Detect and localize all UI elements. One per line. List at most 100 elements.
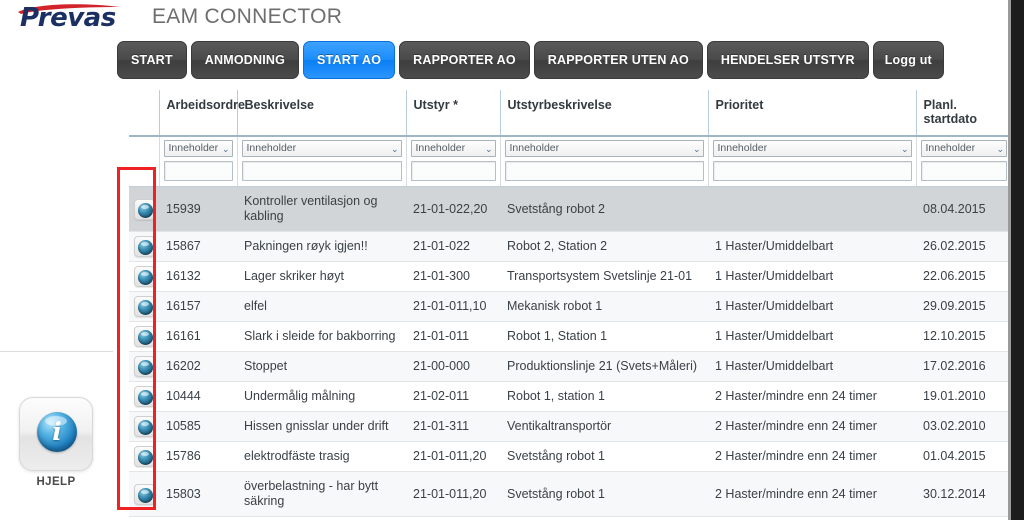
table-row[interactable]: 15803 överbelastning - har bytt säkring 21… [129,471,1011,517]
table-row[interactable]: 16157 elfel 21-01-011,10 Mekanisk robot 11 … [129,291,1011,322]
table-row[interactable]: 16132 Lager skriker høyt 21-01-300 Transpor… [129,261,1011,292]
chevron-down-icon[interactable]: ⌄ [996,142,1004,156]
filter-operator-arbeidsordre[interactable]: Inneholder ⌄ [163,140,233,157]
column-header-beskrivelse[interactable]: Beskrivelse [237,90,407,137]
cell-prioritet: 1 Haster/Umiddelbart [708,291,916,322]
cell-prioritet: 2 Haster/mindre enn 24 timer [708,381,916,412]
globe-glyph [137,270,153,285]
table-row[interactable]: 15939 Kontroller ventilasjon og kabling 21… [129,186,1011,232]
view-details-icon[interactable] [133,236,155,257]
cell-utstyr: 21-01-011,20 [406,471,500,517]
nav-button-hendelser-utstyr[interactable]: HENDELSER UTSTYR [706,41,869,79]
cell-beskrivelse: Hissen gnisslar under drift [237,411,406,442]
filter-cell-prioritet: Inneholder ⌄ [708,136,917,187]
cell-utstyrbeskrivelse: Produktionslinje 21 (Svets+Måleri) [500,351,708,382]
cell-arbeidsordre: 15801 [159,516,237,520]
column-header-utstyr[interactable]: Utstyr * [406,90,501,137]
chevron-down-icon[interactable]: ⌄ [693,142,701,156]
table-row[interactable]: 15801Svetstrådmatningen går trögt21-01-0… [129,516,1011,520]
cell-utstyr: 21-01-022 [406,231,500,262]
table-row[interactable]: 16161 Slark i sleide for bakborring 21-01-… [129,321,1011,352]
sidebar-divider [0,351,113,352]
cell-beskrivelse: Undermålig målning [237,381,406,412]
app-screen: Prevas EAM CONNECTOR START ANMODNING START… [0,0,1024,520]
column-header-prioritet[interactable]: Prioritet [708,90,917,137]
grid-header-row: Arbeidsordre Beskrivelse Utstyr * Utstyrbes… [129,90,1011,137]
cell-startdato: 30.12.2014 [916,471,1011,517]
main-navigation: START ANMODNING START AO RAPPORTER AO RAPPOR… [117,41,944,79]
filter-operator-prioritet[interactable]: Inneholder ⌄ [712,140,912,157]
nav-button-start-ao[interactable]: START AO [303,41,396,79]
cell-startdato: 19.01.2010 [916,381,1011,412]
row-action-cell [129,261,159,292]
view-details-icon[interactable] [133,356,155,377]
row-action-cell [129,291,159,322]
view-details-icon[interactable] [133,266,155,287]
grid-body: 15939 Kontroller ventilasjon og kabling 21… [129,186,1011,520]
cell-utstyrbeskrivelse: Ventikaltransportör [500,411,708,442]
filter-operator-utstyr[interactable]: Inneholder ⌄ [410,140,496,157]
filter-input-prioritet[interactable] [712,161,912,181]
cell-prioritet: 1 Haster/Umiddelbart [708,321,916,352]
chevron-down-icon[interactable]: ⌄ [222,142,230,156]
nav-button-rapporter-ao[interactable]: RAPPORTER AO [399,41,530,79]
row-action-cell [129,516,159,520]
cell-beskrivelse: Lager skriker høyt [237,261,406,292]
filter-cell-arbeidsordre: Inneholder ⌄ [159,136,238,187]
row-action-cell [129,441,159,472]
cell-arbeidsordre: 16161 [159,321,237,352]
nav-button-anmodning[interactable]: ANMODNING [190,41,300,79]
nav-button-rapporter-uten-ao[interactable]: RAPPORTER UTEN AO [533,41,703,79]
cell-startdato: 08.04.2015 [916,186,1011,232]
filter-input-arbeidsordre[interactable] [163,161,233,181]
globe-glyph [137,360,153,375]
cell-beskrivelse: Kontroller ventilasjon og kabling [237,186,406,232]
chevron-down-icon[interactable]: ⌄ [391,142,399,156]
cell-utstyr: 21-01-011,20 [406,441,500,472]
column-header-utstyrbeskrivelse[interactable]: Utstyrbeskrivelse [500,90,709,137]
cell-utstyr: 21-01-011 [406,321,500,352]
help-button[interactable]: i [19,397,93,471]
view-details-icon[interactable] [133,483,155,505]
filter-operator-label: Inneholder [717,142,768,154]
filter-input-utstyr[interactable] [410,161,496,181]
cell-utstyrbeskrivelse: Svetstång robot 1 [500,471,708,517]
filter-input-startdato[interactable] [920,161,1007,181]
chevron-down-icon[interactable]: ⌄ [901,142,909,156]
table-row[interactable]: 15867 Pakningen røyk igjen!! 21-01-022 Robo… [129,231,1011,262]
filter-input-utstyrbeskrivelse[interactable] [504,161,704,181]
cell-prioritet: 1 Haster/Umiddelbart [708,261,916,292]
globe-glyph [137,202,153,218]
filter-operator-startdato[interactable]: Inneholder ⌄ [920,140,1007,157]
nav-button-start[interactable]: START [117,41,187,79]
column-header-startdato[interactable]: Planl. startdato [916,90,1011,137]
filter-operator-beskrivelse[interactable]: Inneholder ⌄ [241,140,402,157]
view-details-icon[interactable] [133,386,155,407]
view-details-icon[interactable] [133,416,155,437]
filter-operator-label: Inneholder [168,142,219,154]
column-header-arbeidsordre[interactable]: Arbeidsordre [159,90,245,137]
table-row[interactable]: 15786 elektrodfäste trasig 21-01-011,20 Sve… [129,441,1011,472]
table-row[interactable]: 16202 Stoppet 21-00-000 Produktionslinje 21… [129,351,1011,382]
filter-operator-utstyrbeskrivelse[interactable]: Inneholder ⌄ [504,140,704,157]
help-label: HJELP [36,476,76,488]
cell-utstyrbeskrivelse: Svetstång robot 2 [500,186,708,232]
cell-utstyr: 21-01-011,20 [406,516,500,520]
view-details-icon[interactable] [133,446,155,467]
app-header: Prevas EAM CONNECTOR [0,0,1011,36]
table-row[interactable]: 10444 Undermålig målning 21-02-011 Robot 1,… [129,381,1011,412]
cell-startdato: 29.09.2015 [916,291,1011,322]
view-details-icon[interactable] [133,326,155,347]
view-details-icon[interactable] [133,198,155,220]
cell-startdato: 26.02.2015 [916,231,1011,262]
cell-prioritet: 2 Haster/mindre enn 24 timer [708,441,916,472]
chevron-down-icon[interactable]: ⌄ [485,142,493,156]
prevas-logo: Prevas [8,1,148,35]
cell-arbeidsordre: 15939 [159,186,237,232]
cell-utstyr: 21-00-000 [406,351,500,382]
row-action-cell [129,321,159,352]
view-details-icon[interactable] [133,296,155,317]
table-row[interactable]: 10585 Hissen gnisslar under drift 21-01-31… [129,411,1011,442]
nav-button-logg-ut[interactable]: Logg ut [872,41,944,79]
filter-input-beskrivelse[interactable] [241,161,402,181]
